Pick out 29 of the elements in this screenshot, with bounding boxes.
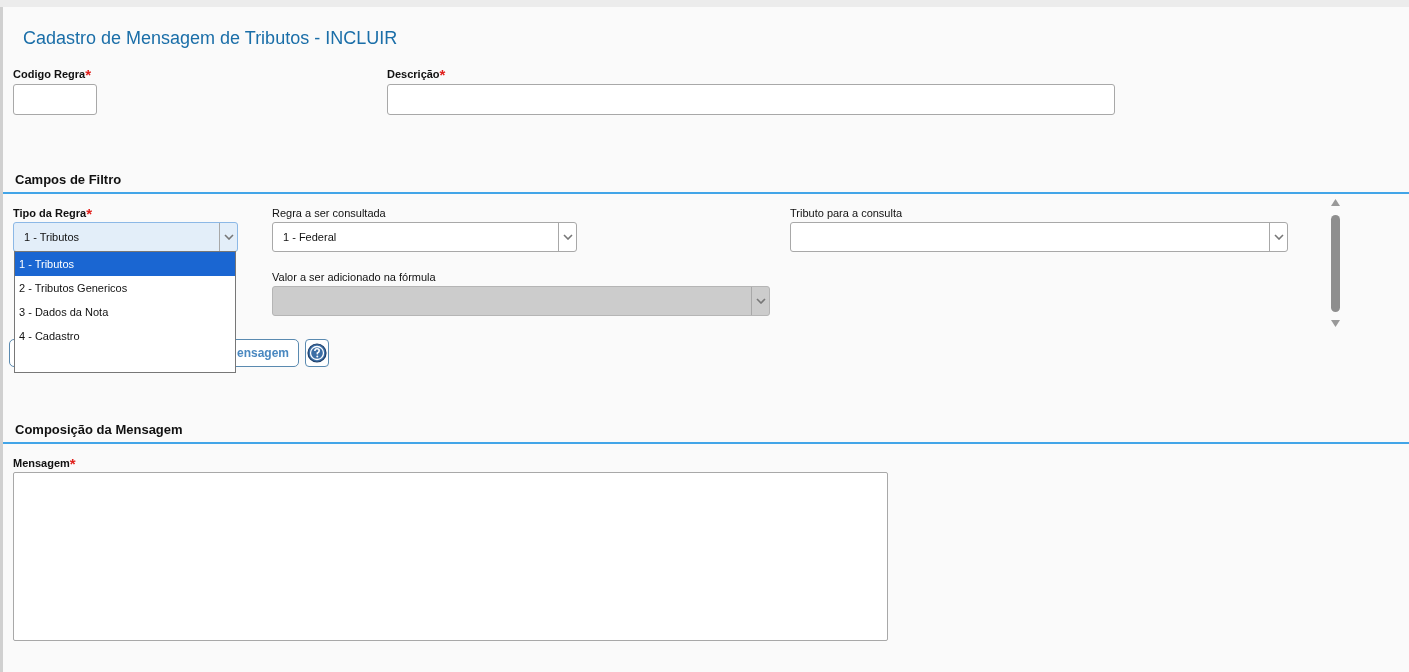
required-mark: * [85,67,91,82]
dropdown-option[interactable]: 3 - Dados da Nota [15,300,235,324]
text-field[interactable] [387,84,1115,115]
scrollbar-thumb[interactable] [1330,214,1340,312]
chevron-down-icon [1269,223,1287,251]
field-label: Valor a ser adicionado na fórmula [272,270,436,284]
chevron-down-icon [751,287,769,315]
required-mark: * [439,67,446,82]
section-heading: Composição da Mensagem [15,422,183,437]
required-mark: * [69,456,76,471]
field-label: Tributo para a consulta [790,206,903,220]
field-label: Tipo da Regra [13,206,87,220]
dropdown-select[interactable] [790,222,1288,252]
chevron-down-icon [558,223,576,251]
field-label: Descrição [387,67,440,81]
scroll-down-icon[interactable] [1330,320,1340,327]
field-label: Mensagem [13,456,70,470]
help-icon[interactable] [305,339,329,367]
page-title: Cadastro de Mensagem de Tributos - INCLUIR [22,27,399,49]
field-label: Regra a ser consultada [272,206,386,220]
scroll-up-icon[interactable] [1330,199,1340,206]
dropdown-option[interactable]: 1 - Tributos [15,252,235,276]
dropdown-option[interactable]: 2 - Tributos Genericos [15,276,235,300]
text-field[interactable] [13,84,97,115]
section-heading: Campos de Filtro [15,172,122,187]
required-mark: * [86,206,92,221]
dropdown-select[interactable]: 1 - Federal [272,222,577,252]
dropdown-select[interactable]: 1 - Tributos [13,222,238,252]
field-label: Codigo Regra [13,67,86,81]
